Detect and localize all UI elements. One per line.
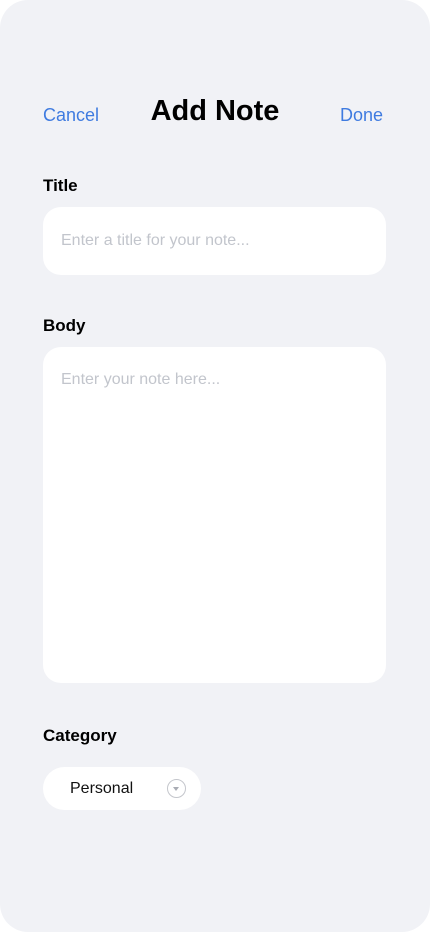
category-label: Category: [43, 726, 117, 745]
nav-header: Cancel Add Note Done: [0, 88, 430, 134]
done-button[interactable]: Done: [340, 103, 383, 127]
category-dropdown[interactable]: Personal: [43, 767, 201, 810]
body-textarea[interactable]: [43, 347, 386, 683]
body-label: Body: [43, 316, 86, 335]
title-label: Title: [43, 176, 78, 195]
chevron-down-circle-icon: [167, 779, 186, 798]
title-input[interactable]: [43, 207, 386, 275]
add-note-screen: Cancel Add Note Done Title Body Category…: [0, 0, 430, 932]
category-selected-value: Personal: [70, 780, 134, 797]
